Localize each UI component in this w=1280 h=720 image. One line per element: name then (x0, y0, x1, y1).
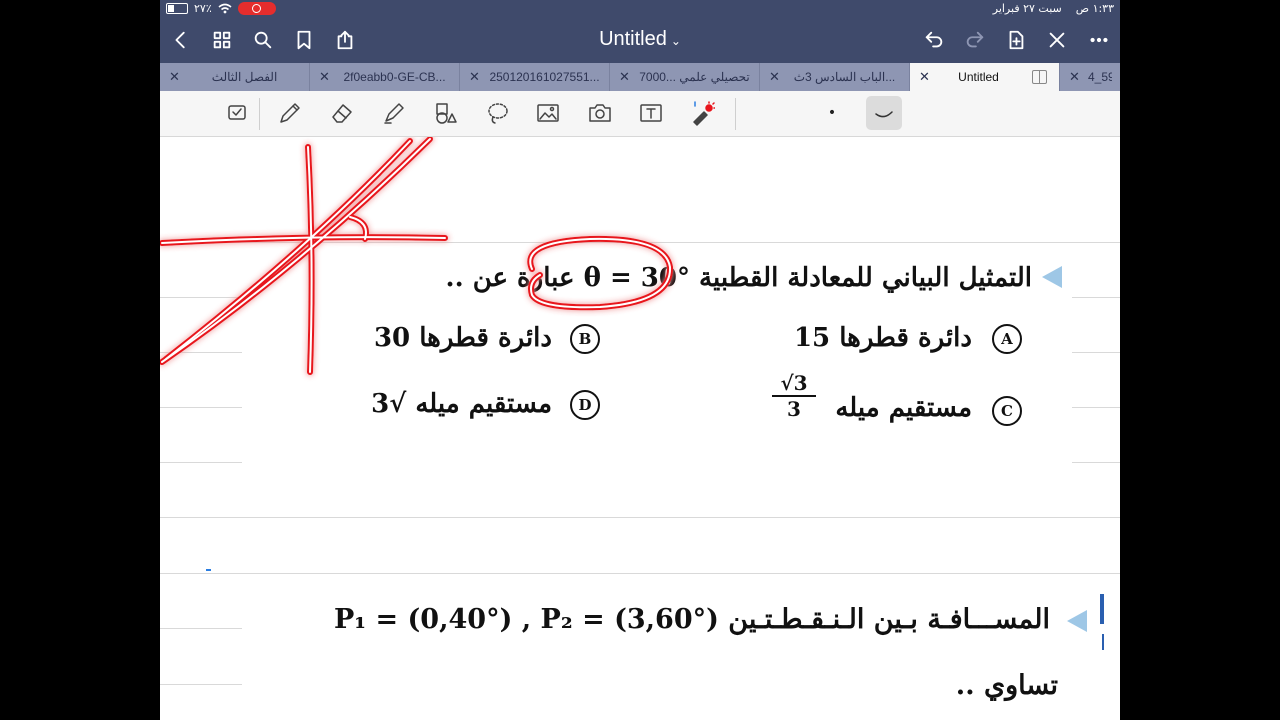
pen-icon (280, 103, 300, 123)
tab-0[interactable]: ✕ الفصل الثالث (160, 63, 310, 91)
drawing-toolbar: • (160, 91, 1120, 137)
redo-button[interactable] (962, 27, 988, 53)
ink-highlight (529, 237, 672, 309)
tab-label: 2f0eabb0-GE-CB... (343, 70, 446, 84)
eraser-icon (332, 104, 352, 123)
notebook-page[interactable]: التمثيل البياني للمعادلة القطبية θ = 30°… (160, 137, 1120, 720)
camera-tool[interactable] (586, 99, 614, 127)
highlighter-tool[interactable] (380, 99, 408, 127)
status-right: ١:٣٣ ص سبت ٢٧ فبراير (993, 2, 1114, 15)
add-page-icon (1009, 30, 1024, 50)
title-dropdown-caret: ⌄ (670, 34, 681, 48)
shapes-icon (436, 103, 457, 124)
tab-5-active[interactable]: ✕ Untitled (910, 63, 1060, 91)
split-view-icon[interactable] (1032, 70, 1047, 84)
tab-4[interactable]: ✕ الباب السادس 3ث... (760, 63, 910, 91)
undo-button[interactable] (921, 27, 947, 53)
pen-tool[interactable] (276, 99, 304, 127)
document-title-text: Untitled (599, 28, 667, 50)
lasso-page-icon (228, 105, 246, 120)
tab-6[interactable]: ✕ 4_595 (1060, 63, 1120, 91)
pen-cross-icon (1049, 32, 1065, 48)
shapes-tool[interactable] (432, 99, 460, 127)
highlighter-icon (384, 103, 404, 124)
ink-stroke-diagonal-2 (163, 138, 413, 362)
ellipsis-icon (1090, 37, 1108, 43)
tab-label: 4_595 (1088, 70, 1112, 84)
laser-pointer-icon (693, 101, 715, 126)
status-left: ٢٧٪ (166, 2, 276, 15)
navigation-bar: Untitled ⌄ (160, 18, 1120, 63)
redo-icon (966, 31, 984, 48)
toolbar-divider (735, 98, 736, 130)
lasso-page-tool[interactable] (223, 99, 251, 127)
add-page-button[interactable] (1003, 27, 1029, 53)
text-box-icon (640, 104, 662, 122)
tab-label: الباب السادس 3ث... (793, 70, 896, 84)
close-icon[interactable]: ✕ (469, 69, 480, 85)
goodnotes-app-window: ٢٧٪ ١:٣٣ ص سبت ٢٧ فبراير Untitled ⌄ ✕ ال… (160, 0, 1120, 720)
more-button[interactable] (1086, 27, 1112, 53)
tab-label: الفصل الثالث (211, 70, 278, 84)
status-time: ١:٣٣ ص (1075, 2, 1114, 15)
status-date: سبت ٢٧ فبراير (992, 2, 1062, 15)
lasso-icon (488, 103, 508, 124)
laser-pointer-tool[interactable] (688, 99, 716, 127)
lasso-tool[interactable] (484, 99, 512, 127)
laser-ink-annotations (160, 137, 673, 375)
pen-size-option[interactable]: • (818, 99, 846, 127)
close-tools-button[interactable] (1044, 27, 1070, 53)
text-tool[interactable] (637, 99, 665, 127)
close-icon[interactable]: ✕ (769, 69, 780, 85)
tab-1[interactable]: ✕ 2f0eabb0-GE-CB... (310, 63, 460, 91)
image-icon (537, 104, 559, 122)
stroke-curve-icon (875, 111, 893, 118)
wifi-icon (218, 3, 232, 14)
toolbar-divider (259, 98, 260, 130)
tab-2[interactable]: ✕ 250120161027551... (460, 63, 610, 91)
camera-icon (589, 104, 611, 122)
image-tool[interactable] (534, 99, 562, 127)
close-icon[interactable]: ✕ (619, 69, 630, 85)
close-icon[interactable]: ✕ (919, 69, 930, 85)
battery-icon (166, 3, 188, 14)
close-icon[interactable]: ✕ (1069, 69, 1080, 85)
close-icon[interactable]: ✕ (319, 69, 330, 85)
document-tab-bar: ✕ الفصل الثالث ✕ 2f0eabb0-GE-CB... ✕ 250… (160, 63, 1120, 91)
undo-icon (925, 31, 943, 48)
battery-percent: ٢٧٪ (194, 2, 212, 15)
tab-3[interactable]: ✕ تحصيلي علمي ...7000 (610, 63, 760, 91)
status-bar: ٢٧٪ ١:٣٣ ص سبت ٢٧ فبراير (160, 0, 1120, 18)
tab-label: 250120161027551... (489, 70, 600, 84)
close-icon[interactable]: ✕ (169, 69, 180, 85)
stroke-style-option-selected[interactable] (866, 96, 902, 130)
record-icon (252, 4, 262, 13)
pen-size-dot: • (827, 105, 837, 121)
tab-label: Untitled (958, 70, 999, 84)
screen-recording-indicator[interactable] (237, 2, 276, 15)
tab-label: تحصيلي علمي ...7000 (639, 70, 750, 84)
eraser-tool[interactable] (328, 99, 356, 127)
